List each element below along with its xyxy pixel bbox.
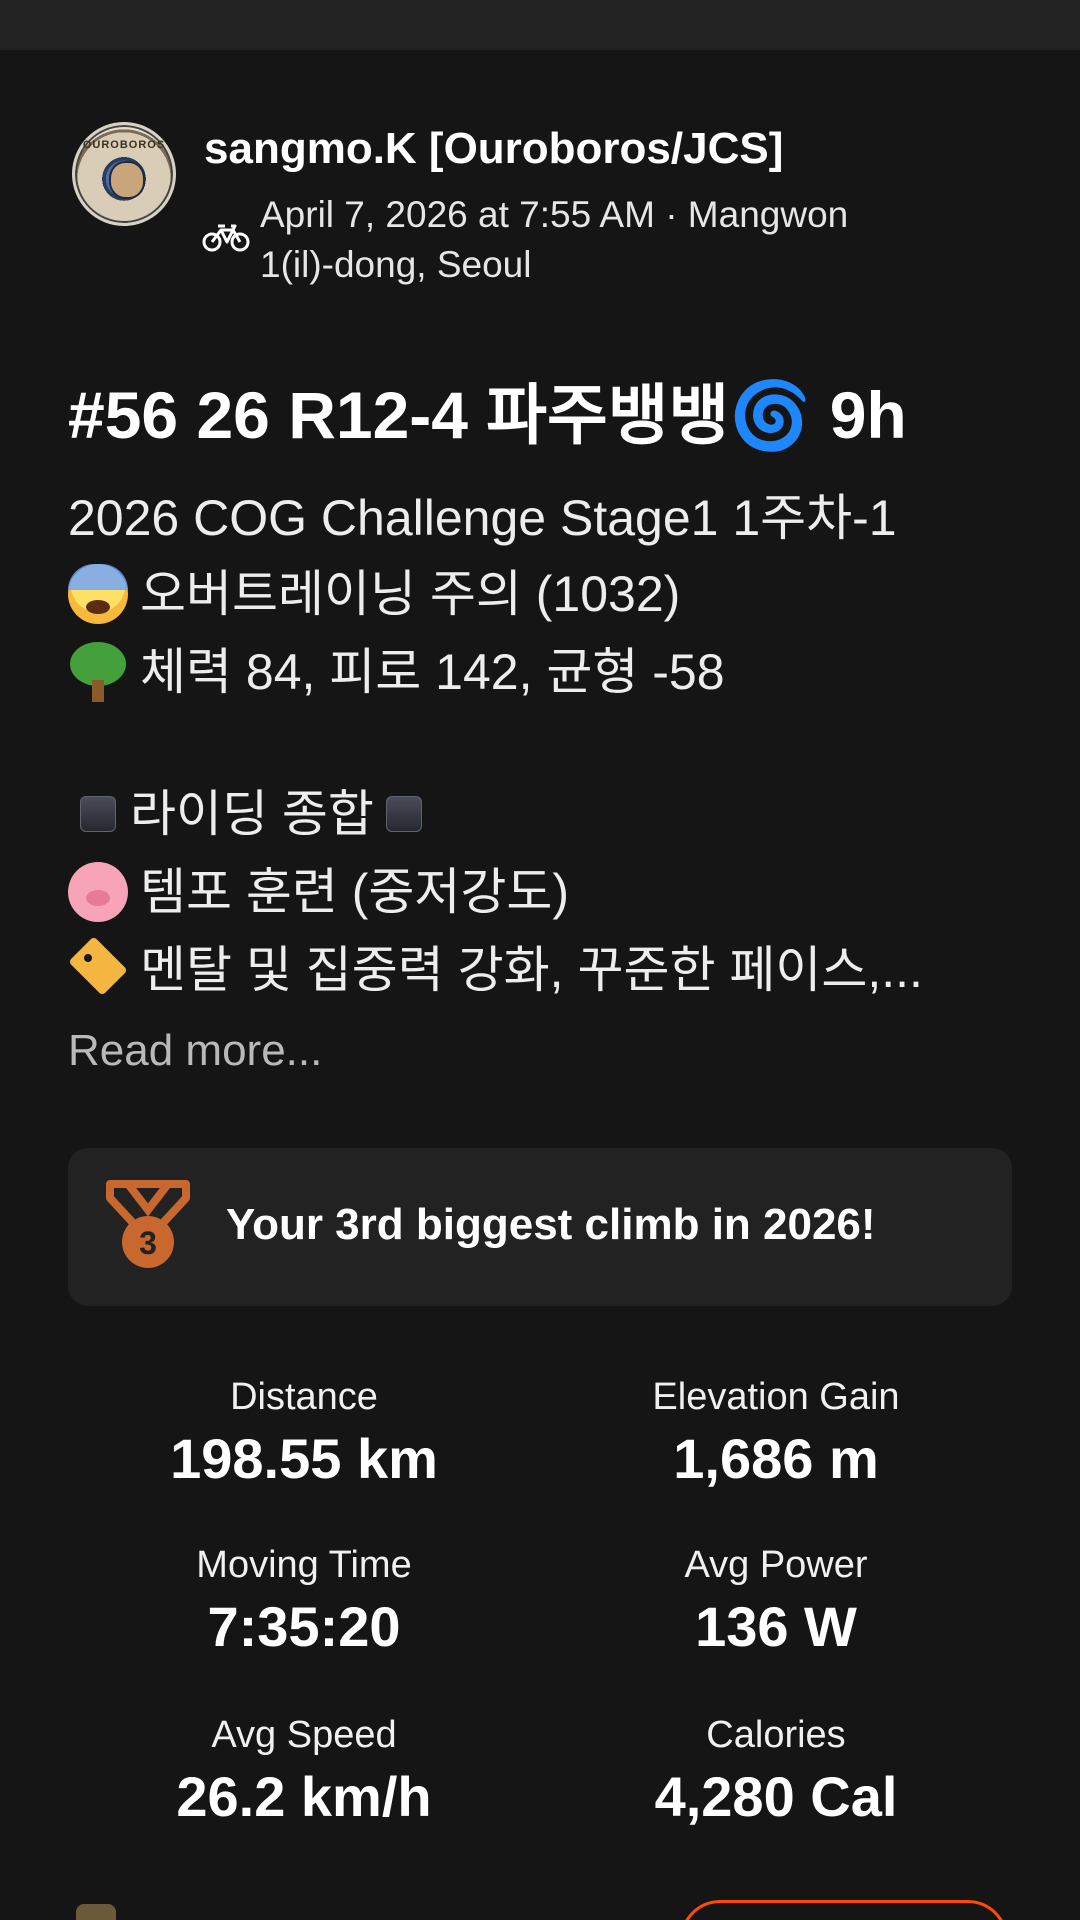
description-text: 라이딩 종합 [130, 786, 374, 842]
achievement-card[interactable]: 3 Your 3rd biggest climb in 2026! [68, 1148, 1012, 1306]
activity-meta: April 7, 2026 at 7:55 AM · Mangwon 1(il)… [260, 194, 849, 285]
tree-icon [68, 641, 128, 702]
label-tag-icon [68, 940, 128, 1000]
stat-label: Avg Power [684, 1544, 868, 1586]
description-line-5: 템포 훈련 (중저강도) [68, 852, 569, 926]
stat-moving-time: Moving Time 7:35:20 [68, 1540, 540, 1659]
stat-value: 26.2 km/h [176, 1765, 432, 1828]
top-bar [0, 0, 1080, 50]
medal-number: 3 [139, 1225, 157, 1261]
partial-icon [76, 1904, 116, 1920]
bike-icon [202, 224, 250, 252]
description-line-1: 2026 COG Challenge Stage1 1주차-1 [68, 478, 897, 550]
description-line-3: 체력 84, 피로 142, 균형 -58 [68, 632, 725, 706]
stat-distance: Distance 198.55 km [68, 1372, 540, 1491]
stat-value: 7:35:20 [207, 1595, 401, 1658]
description-text: 체력 84, 피로 142, 균형 -58 [140, 644, 725, 700]
achievement-text: Your 3rd biggest climb in 2026! [226, 1200, 876, 1249]
description-text: 오버트레이닝 주의 (1032) [140, 566, 681, 622]
description-text: 템포 훈련 (중저강도) [140, 864, 570, 920]
stat-avg-power: Avg Power 136 W [540, 1540, 1012, 1659]
stat-value: 1,686 m [673, 1427, 879, 1490]
description-line-6: 멘탈 및 집중력 강화, 꾸준한 페이스,... [68, 930, 923, 1004]
avatar-logo-text: OUROBOROS [82, 139, 166, 151]
description-text: 2026 COG Challenge Stage1 1주차-1 [68, 490, 897, 546]
description-line-4: 라이딩 종합 [68, 774, 436, 846]
stat-value: 198.55 km [170, 1427, 438, 1490]
bronze-medal-icon: 3 [106, 1180, 190, 1268]
pig-face-icon [68, 861, 128, 922]
anxious-face-icon [68, 563, 128, 624]
description-line-2: 오버트레이닝 주의 (1032) [68, 554, 680, 628]
activity-title[interactable]: #56 26 R12-4 파주뱅뱅🌀 9h [68, 362, 907, 458]
stat-avg-speed: Avg Speed 26.2 km/h [68, 1710, 540, 1829]
black-square-icon [80, 795, 116, 832]
partial-action-button[interactable] [680, 1900, 1008, 1920]
avatar[interactable]: OUROBOROS [72, 122, 176, 226]
stat-label: Calories [706, 1714, 846, 1756]
stat-value: 4,280 Cal [654, 1765, 898, 1828]
stat-label: Elevation Gain [652, 1376, 900, 1418]
avatar-face [109, 161, 145, 199]
stat-value: 136 W [695, 1595, 857, 1658]
author-name[interactable]: sangmo.K [Ouroboros/JCS] [204, 124, 783, 174]
description-text: 멘탈 및 집중력 강화, 꾸준한 페이스,... [140, 942, 923, 998]
stat-label: Moving Time [196, 1544, 412, 1586]
black-square-icon [385, 795, 422, 832]
read-more-link[interactable]: Read more... [68, 1026, 322, 1076]
stat-elevation-gain: Elevation Gain 1,686 m [540, 1372, 1012, 1491]
stat-label: Distance [230, 1376, 378, 1418]
stat-label: Avg Speed [211, 1714, 397, 1756]
stat-calories: Calories 4,280 Cal [540, 1710, 1012, 1829]
